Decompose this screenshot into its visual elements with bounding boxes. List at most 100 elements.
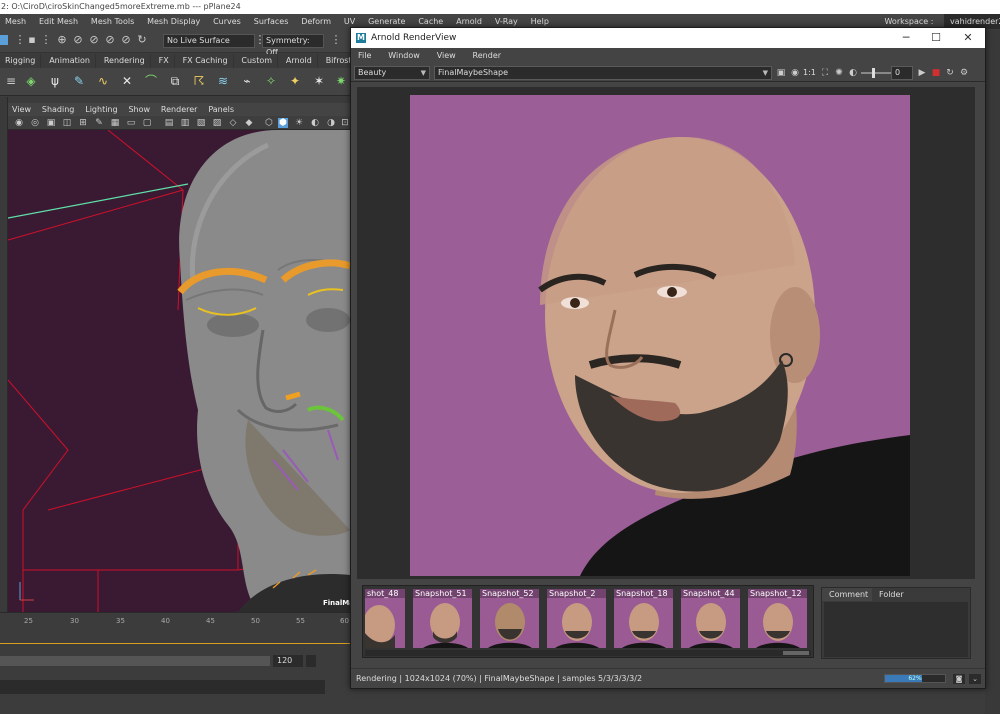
- menu-surfaces[interactable]: Surfaces: [249, 14, 294, 29]
- snap-view-plane-icon[interactable]: ⊘: [104, 34, 116, 46]
- render-display-area[interactable]: [357, 87, 975, 579]
- stop-render-icon[interactable]: ■: [930, 67, 942, 79]
- snap-live-icon[interactable]: ⊘: [120, 34, 132, 46]
- viewport-menu-show[interactable]: Show: [124, 103, 154, 116]
- film-gate-icon[interactable]: ▭: [126, 118, 136, 128]
- shelf-more-icon[interactable]: ✷: [332, 72, 350, 90]
- snap-curve-icon[interactable]: ⊘: [72, 34, 84, 46]
- safe-title-icon[interactable]: ▨: [212, 118, 222, 128]
- viewport-menu-lighting[interactable]: Lighting: [81, 103, 121, 116]
- field-chart-icon[interactable]: ▥: [180, 118, 190, 128]
- lut-icon[interactable]: ◐: [847, 67, 859, 79]
- exposure-slider[interactable]: [861, 72, 891, 74]
- shelf-bend-icon[interactable]: ⌒: [142, 72, 160, 90]
- menu-deform[interactable]: Deform: [296, 14, 336, 29]
- shelf-sculpt-icon[interactable]: ☈: [190, 72, 208, 90]
- minimize-icon[interactable]: ─: [891, 28, 921, 48]
- perspective-viewport[interactable]: FinalMa: [8, 130, 350, 612]
- use-all-lights-icon[interactable]: ☀: [294, 118, 304, 128]
- shelf-clump-icon[interactable]: ✶: [310, 72, 328, 90]
- exposure-field[interactable]: 0: [891, 66, 913, 80]
- snapshot-camera-icon[interactable]: ◙: [953, 674, 965, 684]
- two-d-pan-icon[interactable]: ⊞: [78, 118, 88, 128]
- select-by-component-icon[interactable]: ⋮: [40, 34, 52, 46]
- live-surface-field[interactable]: No Live Surface: [163, 34, 255, 48]
- snap-settings-icon[interactable]: ↻: [136, 34, 148, 46]
- shelf-wire-icon[interactable]: ∿: [94, 72, 112, 90]
- comment-textarea[interactable]: [824, 602, 968, 657]
- range-end-button[interactable]: [306, 655, 316, 667]
- ratio-label[interactable]: 1:1: [803, 67, 816, 79]
- camera-attrs-icon[interactable]: ◎: [30, 118, 40, 128]
- wireframe-on-shaded-icon[interactable]: ⬡: [264, 118, 274, 128]
- shelf-tab-fx[interactable]: FX: [154, 54, 175, 68]
- viewport-menu-panels[interactable]: Panels: [204, 103, 238, 116]
- shelf-tab-rendering[interactable]: Rendering: [99, 54, 151, 68]
- smooth-shade-icon[interactable]: ◆: [244, 118, 254, 128]
- camera-select-icon[interactable]: ◉: [14, 118, 24, 128]
- wireframe-icon[interactable]: ◇: [228, 118, 238, 128]
- channel-icon[interactable]: ◉: [789, 67, 801, 79]
- menu-mesh[interactable]: Mesh: [0, 14, 31, 29]
- shelf-groom-icon[interactable]: ✦: [286, 72, 304, 90]
- fit-frame-icon[interactable]: ⛶: [819, 67, 831, 79]
- viewport-menu-renderer[interactable]: Renderer: [157, 103, 202, 116]
- textured-icon[interactable]: ⬢: [278, 118, 288, 128]
- snapshot-scrollbar-thumb[interactable]: [783, 651, 809, 655]
- shelf-tab-rigging[interactable]: Rigging: [0, 54, 42, 68]
- snap-point-icon[interactable]: ⊘: [88, 34, 100, 46]
- menu-mesh-display[interactable]: Mesh Display: [142, 14, 205, 29]
- viewport-menu-view[interactable]: View: [8, 103, 35, 116]
- menu-edit-mesh[interactable]: Edit Mesh: [34, 14, 83, 29]
- snapshot-thumb[interactable]: Snapshot_51: [413, 589, 472, 648]
- symmetry-field[interactable]: Symmetry: Off: [262, 34, 324, 57]
- bookmark-icon[interactable]: ▣: [46, 118, 56, 128]
- close-icon[interactable]: ✕: [953, 28, 983, 48]
- viewport-menu-shading[interactable]: Shading: [38, 103, 79, 116]
- grease-pencil-icon[interactable]: ✎: [94, 118, 104, 128]
- aov-dropdown[interactable]: Beauty ▼: [354, 66, 430, 80]
- settings-gear-icon[interactable]: ⚙: [958, 67, 970, 79]
- snapshot-thumb[interactable]: Snapshot_44: [681, 589, 740, 648]
- range-track[interactable]: [0, 656, 270, 666]
- rv-menu-window[interactable]: Window: [381, 48, 427, 64]
- shelf-tab-custom[interactable]: Custom: [236, 54, 279, 68]
- display-mode-icon[interactable]: ▣: [775, 67, 787, 79]
- time-slider[interactable]: 25 30 35 40 45 50 55 60: [0, 612, 350, 648]
- snapshot-thumb[interactable]: Snapshot_2: [547, 589, 606, 648]
- menu-curves[interactable]: Curves: [208, 14, 246, 29]
- grid-toggle-icon[interactable]: ▦: [110, 118, 120, 128]
- snapshot-thumb[interactable]: Snapshot_12: [748, 589, 807, 648]
- exposure-slider-handle[interactable]: [872, 68, 875, 78]
- tab-folder[interactable]: Folder: [872, 588, 911, 601]
- shelf-curve-icon[interactable]: ⌁: [238, 72, 256, 90]
- shelf-paint-icon[interactable]: ✎: [70, 72, 88, 90]
- snapshot-thumb[interactable]: shot_48: [365, 589, 405, 648]
- rv-menu-view[interactable]: View: [430, 48, 463, 64]
- command-input[interactable]: [0, 680, 325, 694]
- snap-grid-icon[interactable]: ⊕: [56, 34, 68, 46]
- rv-menu-file[interactable]: File: [351, 48, 378, 64]
- shelf-lattice-icon[interactable]: ⧉: [166, 72, 184, 90]
- expand-chevron-icon[interactable]: ⌄: [969, 674, 981, 684]
- shelf-tab-arnold[interactable]: Arnold: [281, 54, 318, 68]
- menu-mesh-tools[interactable]: Mesh Tools: [86, 14, 139, 29]
- select-by-object-icon[interactable]: ▪: [26, 34, 38, 46]
- xray-icon[interactable]: ⊡: [340, 118, 350, 128]
- shadows-icon[interactable]: ◐: [310, 118, 320, 128]
- selection-mask-icon[interactable]: [0, 35, 8, 45]
- tab-comment[interactable]: Comment: [822, 588, 876, 601]
- shelf-cross-icon[interactable]: ✕: [118, 72, 136, 90]
- shelf-hair-icon[interactable]: ≋: [214, 72, 232, 90]
- range-slider[interactable]: 120: [0, 653, 350, 669]
- image-plane-icon[interactable]: ◫: [62, 118, 72, 128]
- play-render-icon[interactable]: ▶: [916, 67, 928, 79]
- shelf-layers-icon[interactable]: ◈: [22, 72, 40, 90]
- resolution-gate-icon[interactable]: ▢: [142, 118, 152, 128]
- refresh-icon[interactable]: ↻: [944, 67, 956, 79]
- shelf-tab-fx-caching[interactable]: FX Caching: [178, 54, 234, 68]
- shelf-guide-icon[interactable]: ✧: [262, 72, 280, 90]
- gate-mask-icon[interactable]: ▤: [164, 118, 174, 128]
- shelf-menu-icon[interactable]: ≡: [2, 72, 20, 90]
- safe-action-icon[interactable]: ▧: [196, 118, 206, 128]
